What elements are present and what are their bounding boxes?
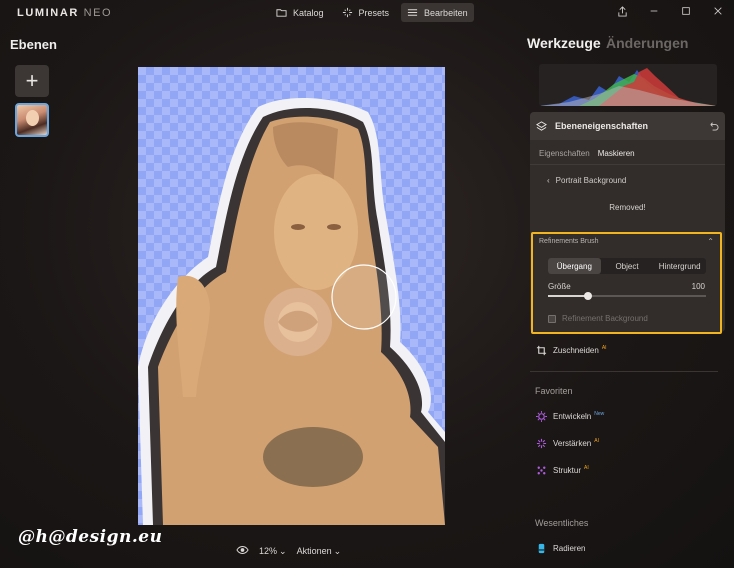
divider bbox=[530, 371, 718, 372]
tool-entwickeln[interactable]: Entwickeln New bbox=[536, 411, 604, 422]
chevron-down-icon: ⌄ bbox=[333, 545, 342, 556]
maximize-icon[interactable] bbox=[680, 5, 692, 17]
slider-handle[interactable] bbox=[583, 292, 592, 300]
brush-mode-selector: Übergang Object Hintergrund bbox=[548, 258, 706, 274]
layers-title: Ebenen bbox=[10, 37, 57, 52]
divider bbox=[530, 164, 725, 165]
eye-icon[interactable] bbox=[236, 545, 249, 557]
layer-properties-title: Ebeneneigenschaften bbox=[555, 121, 649, 131]
tool-struktur[interactable]: Struktur AI bbox=[536, 465, 589, 476]
title-bar: LUMINAR NEO Katalog Presets Bearbeiten bbox=[0, 0, 734, 26]
portrait-background-back[interactable]: ‹ Portrait Background bbox=[547, 176, 626, 185]
layer-thumbnail[interactable] bbox=[15, 103, 49, 137]
tab-maskieren[interactable]: Maskieren bbox=[598, 149, 635, 158]
image-canvas[interactable] bbox=[138, 67, 445, 525]
eraser-icon bbox=[538, 543, 545, 554]
structure-icon bbox=[537, 466, 546, 475]
property-subtabs: Eigenschaften Maskieren bbox=[539, 149, 635, 158]
mode-object[interactable]: Object bbox=[601, 258, 654, 274]
tab-werkzeuge[interactable]: Werkzeuge bbox=[527, 35, 601, 51]
layer-properties-header[interactable]: Ebeneneigenschaften bbox=[530, 112, 725, 140]
refinement-background-checkbox[interactable]: Refinement Background bbox=[548, 314, 648, 323]
crop-icon bbox=[536, 345, 547, 356]
chevron-up-icon[interactable]: ⌃ bbox=[707, 237, 714, 246]
develop-icon bbox=[536, 411, 547, 422]
add-layer-button[interactable]: + bbox=[15, 65, 49, 97]
zoom-dropdown[interactable]: 12% ⌄ bbox=[259, 546, 287, 557]
removed-status: Removed! bbox=[609, 203, 646, 212]
sliders-icon bbox=[407, 9, 418, 16]
mode-hintergrund[interactable]: Hintergrund bbox=[653, 258, 706, 274]
size-label: Größe bbox=[548, 282, 571, 291]
share-icon[interactable] bbox=[616, 5, 628, 17]
size-slider[interactable] bbox=[548, 292, 706, 300]
thumbnail-face bbox=[26, 110, 39, 126]
undo-icon[interactable] bbox=[708, 120, 719, 131]
minimize-icon[interactable] bbox=[648, 5, 660, 17]
refinements-brush-panel: Refinements Brush ⌃ Übergang Object Hint… bbox=[531, 232, 722, 334]
chevron-down-icon: ⌄ bbox=[279, 545, 287, 556]
tab-eigenschaften[interactable]: Eigenschaften bbox=[539, 149, 590, 158]
refinements-title: Refinements Brush bbox=[539, 238, 599, 245]
tool-zuschneiden[interactable]: Zuschneiden AI bbox=[536, 345, 607, 356]
canvas-toolbar: 12% ⌄ Aktionen ⌄ bbox=[236, 545, 341, 557]
window-controls bbox=[616, 5, 724, 17]
close-icon[interactable] bbox=[712, 5, 724, 17]
brush-cursor bbox=[331, 264, 397, 330]
tool-verstaerken[interactable]: Verstärken AI bbox=[536, 438, 599, 449]
sparkle-icon bbox=[342, 7, 352, 18]
size-value: 100 bbox=[691, 282, 705, 291]
enhance-icon bbox=[536, 438, 547, 449]
chevron-left-icon: ‹ bbox=[547, 176, 550, 185]
slider-fill bbox=[548, 295, 588, 297]
folder-icon bbox=[276, 9, 287, 17]
nav-katalog[interactable]: Katalog bbox=[270, 3, 330, 22]
nav-presets[interactable]: Presets bbox=[336, 3, 396, 22]
layers-icon bbox=[536, 120, 547, 131]
tool-radieren[interactable]: Radieren bbox=[536, 543, 585, 554]
favorites-title: Favoriten bbox=[535, 386, 573, 396]
app-logo: LUMINAR NEO bbox=[17, 7, 113, 19]
mode-uebergang[interactable]: Übergang bbox=[548, 258, 601, 274]
masked-portrait bbox=[138, 97, 445, 525]
watermark: @h@design.eu bbox=[18, 527, 163, 547]
nav-bearbeiten[interactable]: Bearbeiten bbox=[401, 3, 474, 22]
histogram bbox=[539, 64, 717, 106]
tab-aenderungen[interactable]: Änderungen bbox=[606, 35, 688, 51]
main-nav: Katalog Presets Bearbeiten bbox=[270, 3, 474, 22]
actions-dropdown[interactable]: Aktionen ⌄ bbox=[297, 546, 342, 557]
checkbox-icon bbox=[548, 314, 556, 323]
essentials-title: Wesentliches bbox=[535, 518, 589, 528]
